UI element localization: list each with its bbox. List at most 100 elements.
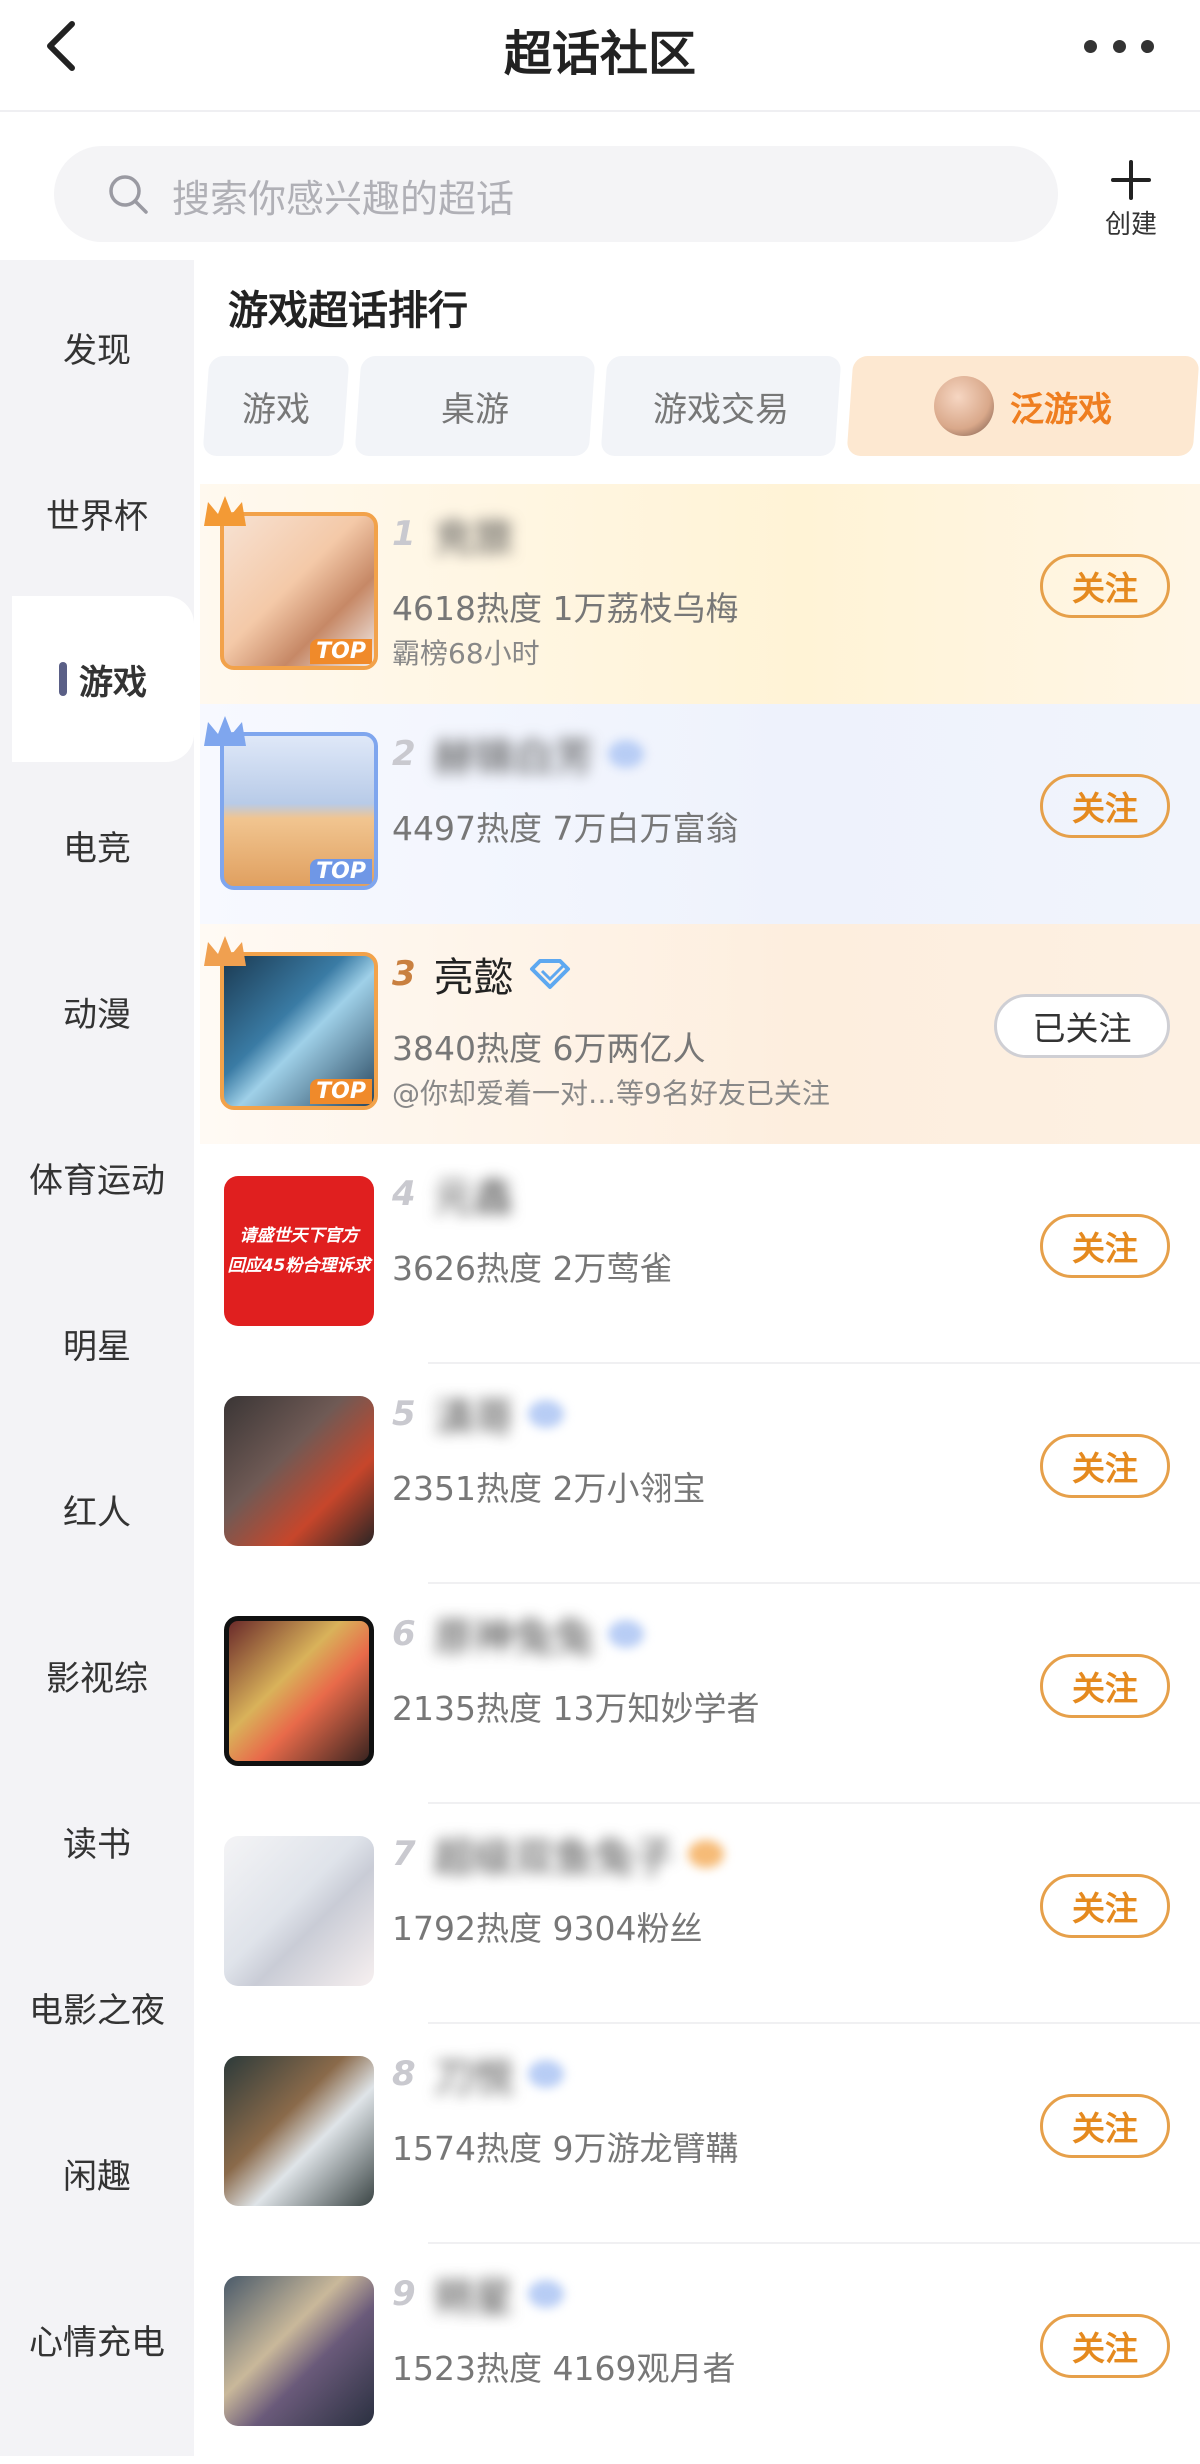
tab-label: 泛游戏: [1010, 389, 1112, 430]
topic-thumbnail: TOP: [220, 732, 378, 890]
follow-button[interactable]: 关注: [1040, 1214, 1170, 1278]
sidebar-item-sports[interactable]: 体育运动: [0, 1094, 194, 1260]
follow-button[interactable]: 关注: [1040, 554, 1170, 618]
topic-stats: 4618热度 1万荔枝乌梅: [392, 589, 739, 628]
list-item[interactable]: 8 刀悦 1574热度 9万游龙臂鞲 关注: [200, 2024, 1200, 2244]
list-item[interactable]: 请盛世天下官方 回应45粉合理诉求 4 元鑫 3626热度 2万莺雀 关注: [200, 1144, 1200, 1364]
crown-icon: [204, 936, 246, 966]
list-item[interactable]: 6 原神兔兔 2135热度 13万知妙学者 关注: [200, 1584, 1200, 1804]
sidebar-item-label: 体育运动: [29, 1160, 165, 1201]
verified-badge-icon: [607, 1620, 644, 1648]
topic-name[interactable]: 超级双鱼兔子: [434, 1825, 674, 1883]
search-input[interactable]: 搜索你感兴趣的超话: [54, 146, 1058, 242]
tab-board-games[interactable]: 桌游: [354, 356, 596, 456]
topic-name[interactable]: 朔星: [434, 2265, 514, 2323]
sidebar-item-reading[interactable]: 读书: [0, 1758, 194, 1924]
topic-stats: 3840热度 6万两亿人: [392, 1029, 706, 1068]
topic-title-line: 2 赫锦白芳: [392, 724, 644, 784]
list-item[interactable]: 9 朔星 1523热度 4169观月者 关注: [200, 2244, 1200, 2464]
follow-button[interactable]: 关注: [1040, 1874, 1170, 1938]
follow-button[interactable]: 关注: [1040, 774, 1170, 838]
topic-name[interactable]: 元鑫: [434, 1165, 514, 1223]
sidebar-item-label: 发现: [63, 330, 131, 371]
topic-stats: 4497热度 7万白万富翁: [392, 809, 739, 848]
tab-label: 桌游: [441, 389, 509, 430]
topic-stats: 1792热度 9304粉丝: [392, 1909, 703, 1948]
topic-title-line: 1 充旅: [392, 504, 514, 564]
topic-thumbnail: TOP: [220, 512, 378, 670]
topic-stats: 1574热度 9万游龙臂鞲: [392, 2129, 739, 2168]
sidebar-item-esports[interactable]: 电竞: [0, 762, 194, 928]
top-badge: TOP: [310, 1079, 372, 1104]
rank-number: 4: [392, 1174, 416, 1214]
rank-number: 8: [392, 2054, 416, 2094]
section-title: 游戏超话排行: [228, 288, 468, 334]
followed-button[interactable]: 已关注: [994, 994, 1170, 1058]
verified-badge-icon: [527, 2060, 564, 2088]
sidebar-item-stars[interactable]: 明星: [0, 1260, 194, 1426]
rank-number: 1: [392, 514, 416, 554]
sidebar-item-label: 影视综: [46, 1658, 148, 1699]
follow-button[interactable]: 关注: [1040, 1654, 1170, 1718]
sidebar-item-discover[interactable]: 发现: [0, 264, 194, 430]
sidebar-item-influencers[interactable]: 红人: [0, 1426, 194, 1592]
sidebar-item-mood[interactable]: 心情充电: [0, 2256, 194, 2422]
topic-title-line: 7 超级双鱼兔子: [392, 1824, 724, 1884]
list-item[interactable]: TOP 1 充旅 4618热度 1万荔枝乌梅 霸榜68小时 关注: [200, 484, 1200, 704]
sidebar-item-leisure[interactable]: 闲趣: [0, 2090, 194, 2256]
subcategory-tabs: 游戏 桌游 游戏交易 泛游戏: [202, 356, 1200, 458]
tab-games[interactable]: 游戏: [202, 356, 350, 456]
topic-title-line: 5 滇哥: [392, 1384, 564, 1444]
topic-name[interactable]: 刀悦: [434, 2045, 514, 2103]
topic-name[interactable]: 充旅: [434, 505, 514, 563]
list-item[interactable]: TOP 3 亮懿 3840热度 6万两亿人 @你却爱着一对…等9名好友已关注 已…: [200, 924, 1200, 1144]
list-item[interactable]: 5 滇哥 2351热度 2万小翎宝 关注: [200, 1364, 1200, 1584]
rank-number: 2: [392, 734, 416, 774]
thumbnail-caption: 回应45粉合理诉求: [227, 1256, 371, 1276]
follow-button[interactable]: 关注: [1040, 2094, 1170, 2158]
verified-badge-icon: [527, 1400, 564, 1428]
top-badge: TOP: [310, 639, 372, 664]
sidebar-item-games[interactable]: 游戏: [12, 596, 194, 762]
verified-badge-icon: [527, 2280, 564, 2308]
verified-badge-icon: [607, 740, 644, 768]
list-item[interactable]: TOP 2 赫锦白芳 4497热度 7万白万富翁 关注: [200, 704, 1200, 924]
category-sidebar: 发现 世界杯 游戏 电竞 动漫 体育运动 明星 红人 影视综 读书 电影之夜 闲…: [0, 260, 194, 2456]
sidebar-item-worldcup[interactable]: 世界杯: [0, 430, 194, 596]
list-item[interactable]: 7 超级双鱼兔子 1792热度 9304粉丝 关注: [200, 1804, 1200, 2024]
topic-stats: 2135热度 13万知妙学者: [392, 1689, 760, 1728]
tab-general-games[interactable]: 泛游戏: [846, 356, 1200, 456]
topic-title-line: 4 元鑫: [392, 1164, 514, 1224]
rank-number: 7: [392, 1834, 416, 1874]
sidebar-item-anime[interactable]: 动漫: [0, 928, 194, 1094]
sidebar-item-label: 读书: [63, 1824, 131, 1865]
topic-thumbnail: [224, 1396, 374, 1546]
topic-title-line: 8 刀悦: [392, 2044, 564, 2104]
create-button[interactable]: 创建: [1090, 150, 1172, 240]
sidebar-item-label: 世界杯: [46, 496, 148, 537]
topic-thumbnail: [224, 2276, 374, 2426]
topic-title-line: 6 原神兔兔: [392, 1604, 644, 1664]
tab-game-trade[interactable]: 游戏交易: [600, 356, 842, 456]
sidebar-item-label: 明星: [63, 1326, 131, 1367]
more-options-icon[interactable]: [1084, 34, 1154, 58]
follow-button[interactable]: 关注: [1040, 2314, 1170, 2378]
sidebar-item-movie-night[interactable]: 电影之夜: [0, 1924, 194, 2090]
crown-icon: [204, 496, 246, 526]
topic-thumbnail: [224, 1616, 374, 1766]
follow-button[interactable]: 关注: [1040, 1434, 1170, 1498]
rank-number: 6: [392, 1614, 416, 1654]
page-title: 超话社区: [503, 26, 696, 82]
topic-name[interactable]: 亮懿: [434, 945, 514, 1003]
topic-note: @你却爱着一对…等9名好友已关注: [392, 1077, 830, 1110]
topic-name[interactable]: 滇哥: [434, 1385, 514, 1443]
search-placeholder: 搜索你感兴趣的超话: [172, 177, 515, 221]
sidebar-item-film-tv[interactable]: 影视综: [0, 1592, 194, 1758]
sidebar-item-label: 电竞: [63, 828, 131, 869]
topic-note: 霸榜68小时: [392, 637, 540, 670]
topic-stats: 3626热度 2万莺雀: [392, 1249, 673, 1288]
tab-avatar: [934, 376, 994, 436]
topic-name[interactable]: 赫锦白芳: [434, 725, 594, 783]
tab-label: 游戏交易: [653, 389, 789, 430]
topic-name[interactable]: 原神兔兔: [434, 1605, 594, 1663]
